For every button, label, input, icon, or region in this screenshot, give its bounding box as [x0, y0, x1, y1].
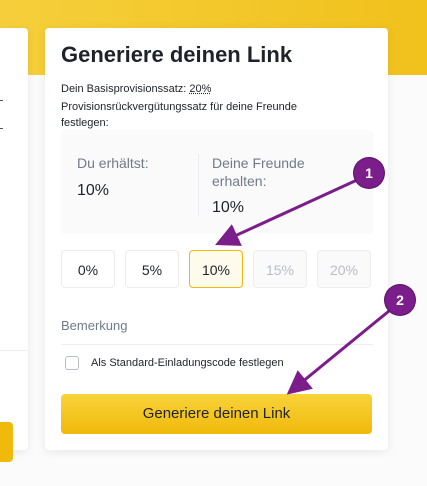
- annotation-marker-2: 2: [385, 285, 415, 315]
- you-receive-label: Du erhältst:: [77, 155, 149, 171]
- you-receive: Du erhältst: 10%: [77, 154, 207, 200]
- base-commission-rate-label: Dein Basisprovisionssatz:: [61, 83, 190, 95]
- base-commission-rate: Dein Basisprovisionssatz: 20%: [61, 83, 211, 95]
- annotation-marker-1: 1: [354, 158, 384, 188]
- adjacent-card-text-fragment: [0, 100, 3, 101]
- commission-share-summary: Du erhältst: 10% Deine Freunde erhalten:…: [61, 130, 373, 234]
- rate-option-10[interactable]: 10%: [189, 250, 243, 288]
- adjacent-card: [0, 28, 28, 462]
- remark-input[interactable]: Bemerkung: [61, 318, 127, 333]
- adjacent-card-divider: [0, 350, 28, 351]
- base-commission-rate-value: 20%: [189, 83, 212, 95]
- adjacent-card-text-fragment: [0, 128, 3, 129]
- default-code-checkbox[interactable]: [65, 356, 79, 370]
- generate-link-card: Generiere deinen Link Dein Basisprovisio…: [45, 28, 388, 450]
- card-title: Generiere deinen Link: [61, 42, 293, 67]
- friends-receive-value: 10%: [212, 199, 245, 216]
- friends-rate-description: Provisionsrückvergütungssatz für deine F…: [61, 101, 298, 129]
- rate-option-15[interactable]: 15%: [253, 250, 307, 288]
- share-divider: [198, 154, 199, 216]
- friends-receive-label: Deine Freunde erhalten:: [212, 155, 305, 189]
- friends-receive: Deine Freunde erhalten: 10%: [212, 154, 342, 217]
- rate-option-20[interactable]: 20%: [317, 250, 371, 288]
- rate-option-0[interactable]: 0%: [61, 250, 115, 288]
- rate-option-5[interactable]: 5%: [125, 250, 179, 288]
- adjacent-card-button[interactable]: [0, 422, 13, 462]
- default-code-label[interactable]: Als Standard-Einladungscode festlegen: [91, 357, 284, 369]
- rate-options: 0% 5% 10% 15% 20%: [61, 250, 373, 290]
- generate-link-button[interactable]: Generiere deinen Link: [61, 394, 372, 434]
- remark-underline: [61, 344, 373, 345]
- you-receive-value: 10%: [77, 182, 110, 199]
